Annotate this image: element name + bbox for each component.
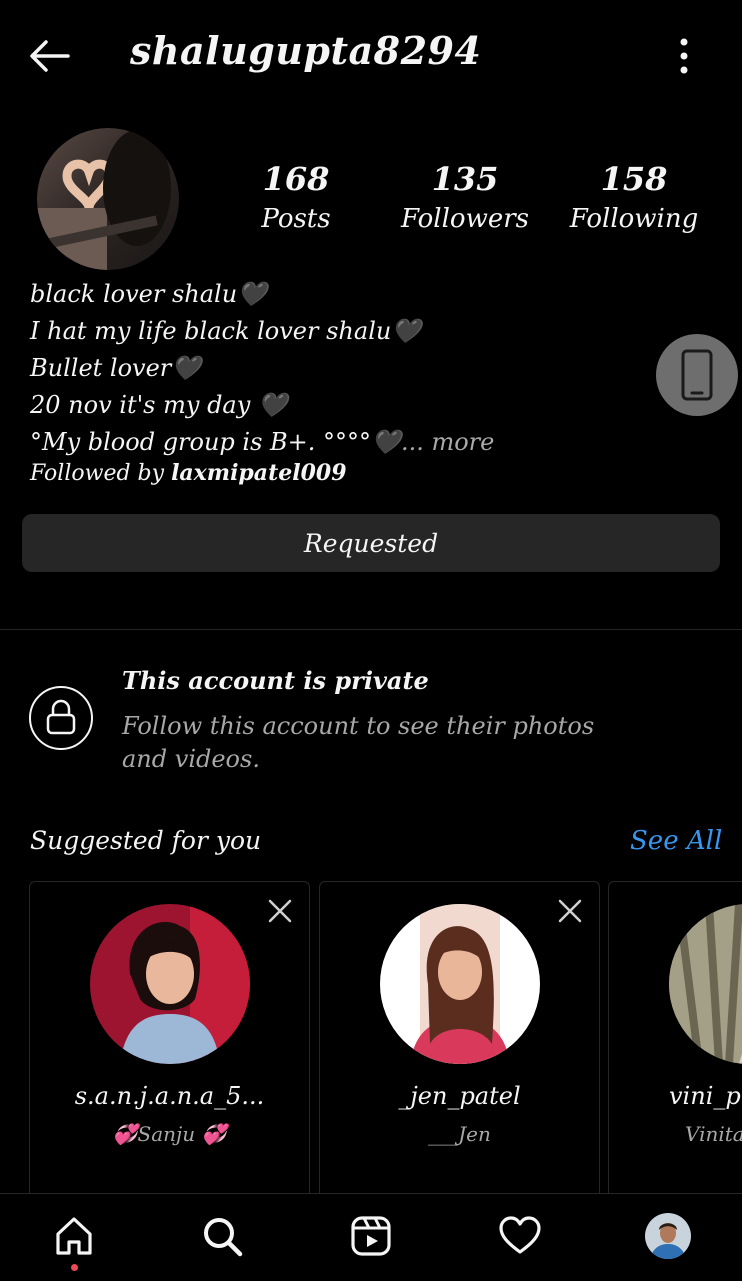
suggestion-name: ___Jen	[428, 1122, 491, 1146]
suggestion-photo	[669, 904, 742, 1064]
suggestion-avatar[interactable]	[669, 904, 742, 1064]
suggestion-avatar[interactable]	[380, 904, 540, 1064]
suggestion-name: Vinita	[685, 1122, 742, 1146]
suggestion-username: _jen_patel	[398, 1082, 521, 1110]
private-account-subtitle: Follow this account to see their photos …	[122, 712, 595, 773]
nav-reels[interactable]	[347, 1212, 395, 1260]
top-bar: shalugupta8294	[0, 0, 742, 110]
suggestion-photo	[90, 904, 250, 1064]
notification-dot	[71, 1264, 78, 1271]
following-stat[interactable]: 158 Following	[559, 160, 709, 234]
bio-more-link[interactable]: ... more	[401, 428, 494, 456]
private-account-title: This account is private	[122, 666, 429, 695]
phone-icon	[681, 349, 713, 401]
bio-line-last: °My blood group is B+. °°°°🖤... more	[30, 424, 630, 461]
floating-phone-button[interactable]	[656, 334, 738, 416]
following-count: 158	[600, 160, 668, 198]
followed-by-user: laxmipatel009	[171, 460, 347, 486]
profile-username: shalugupta8294	[130, 28, 482, 73]
followed-by-prefix: Followed by	[30, 461, 172, 486]
suggestion-name: 💞Sanju 💞	[112, 1122, 227, 1146]
followers-stat[interactable]: 135 Followers	[390, 160, 540, 234]
see-all-link[interactable]: See All	[630, 826, 722, 856]
suggestion-card[interactable]: vini_p Vinita	[608, 881, 742, 1211]
followed-by[interactable]: Followed by laxmipatel009	[30, 460, 347, 486]
lock-badge	[29, 686, 93, 750]
close-icon[interactable]	[265, 896, 295, 926]
requested-button[interactable]: Requested	[22, 514, 720, 572]
search-icon	[204, 1218, 243, 1257]
suggestion-card[interactable]: _jen_patel ___Jen	[319, 881, 600, 1211]
lock-icon	[46, 699, 76, 735]
profile-avatar	[645, 1213, 691, 1259]
posts-count: 168	[262, 160, 330, 198]
posts-label: Posts	[261, 204, 331, 234]
bio-line: black lover shalu🖤	[30, 280, 268, 308]
bio-line: I hat my life black lover shalu🖤	[30, 317, 422, 345]
bio-line-text: °My blood group is B+. °°°°🖤	[30, 428, 401, 456]
bio-line: Bullet lover🖤	[30, 354, 202, 382]
back-arrow-icon	[30, 40, 70, 72]
nav-search[interactable]	[198, 1212, 246, 1260]
suggestion-username: vini_p	[669, 1082, 741, 1110]
followers-count: 135	[431, 160, 499, 198]
home-icon	[56, 1217, 92, 1255]
back-button[interactable]	[24, 30, 76, 82]
profile-bio: black lover shalu🖤 I hat my life black l…	[30, 276, 630, 461]
posts-stat: 168 Posts	[221, 160, 371, 234]
more-options-button[interactable]	[664, 32, 704, 80]
avatar-photo	[37, 128, 179, 270]
close-icon[interactable]	[555, 896, 585, 926]
section-divider	[0, 629, 742, 630]
suggestion-card[interactable]: s.a.n.j.a.n.a_5... 💞Sanju 💞	[29, 881, 310, 1211]
nav-home[interactable]	[50, 1212, 98, 1260]
reels-icon	[351, 1216, 391, 1256]
nav-activity[interactable]	[496, 1212, 544, 1260]
suggested-title: Suggested for you	[30, 826, 262, 855]
profile-avatar[interactable]	[37, 128, 179, 270]
suggestion-photo	[380, 904, 540, 1064]
more-vertical-icon	[680, 38, 688, 74]
bio-line: 20 nov it's my day 🖤	[30, 391, 288, 419]
followers-label: Followers	[401, 204, 529, 234]
suggestion-avatar[interactable]	[90, 904, 250, 1064]
suggestion-username: s.a.n.j.a.n.a_5...	[74, 1082, 265, 1110]
heart-icon	[499, 1216, 541, 1254]
nav-profile[interactable]	[644, 1212, 692, 1260]
following-label: Following	[569, 204, 699, 234]
bottom-navigation	[0, 1193, 742, 1281]
